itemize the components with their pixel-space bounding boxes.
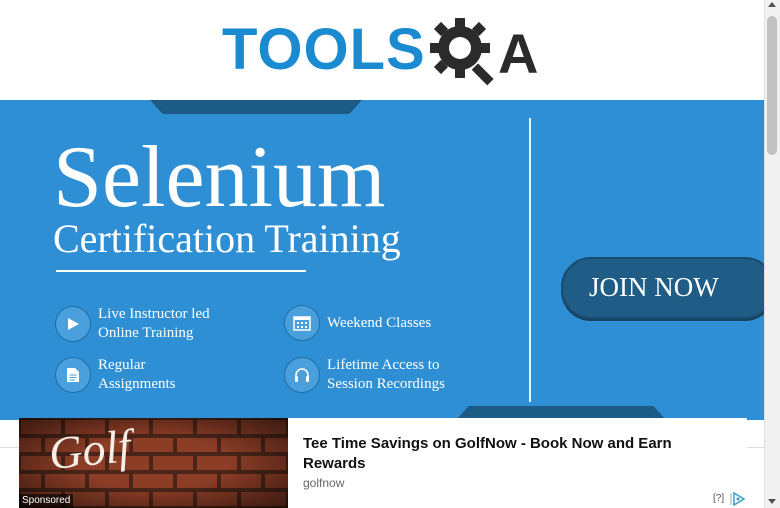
feature-label: Weekend Classes <box>327 314 432 331</box>
calendar-icon <box>284 305 320 341</box>
ad-image-text: Golf <box>46 419 134 480</box>
banner-subtitle: Certification Training <box>53 216 401 261</box>
document-icon <box>55 357 91 393</box>
sponsored-ad[interactable]: Golf Sponsored Tee Time Savings on GolfN… <box>19 418 747 508</box>
feature-label: Regular Assignments <box>98 357 176 392</box>
banner-divider <box>529 118 531 402</box>
adchoices-icon[interactable] <box>730 492 746 506</box>
ad-headline[interactable]: Tee Time Savings on GolfNow - Book Now a… <box>303 434 723 474</box>
banner-stripe-top <box>150 100 362 114</box>
logo-text: TOOLS <box>222 17 426 82</box>
selenium-training-banner[interactable]: Selenium Certification Training Live Ins… <box>0 100 765 420</box>
gear-magnifier-icon <box>430 18 494 86</box>
scroll-thumb[interactable] <box>767 16 777 155</box>
play-icon <box>55 306 91 342</box>
feature-lifetime-access: Lifetime Access to Session Recordings <box>284 356 487 394</box>
site-header: TOOLS A <box>0 0 765 101</box>
ad-info-link[interactable]: [?] <box>713 493 724 504</box>
scroll-down-arrow-icon[interactable] <box>768 499 776 504</box>
join-now-label: JOIN NOW <box>589 272 719 302</box>
feature-label: Lifetime Access to Session Recordings <box>327 357 445 392</box>
scroll-up-arrow-icon[interactable] <box>768 2 776 7</box>
ad-image[interactable]: Golf Sponsored <box>19 418 288 508</box>
feature-label: Live Instructor led Online Training <box>98 306 210 341</box>
toolsqa-logo[interactable]: TOOLS A <box>222 16 548 92</box>
ad-source[interactable]: golfnow <box>303 476 344 490</box>
sponsored-label: Sponsored <box>19 494 74 508</box>
feature-live-training: Live Instructor led Online Training <box>55 305 238 343</box>
title-underline <box>56 270 306 272</box>
headphones-icon <box>284 357 320 393</box>
join-now-button[interactable]: JOIN NOW <box>561 257 765 319</box>
logo-letter-a: A <box>498 22 539 85</box>
feature-weekend-classes: Weekend Classes <box>284 305 467 341</box>
banner-title: Selenium <box>53 129 386 226</box>
vertical-scrollbar[interactable] <box>764 0 780 508</box>
feature-assignments: Regular Assignments <box>55 356 208 394</box>
